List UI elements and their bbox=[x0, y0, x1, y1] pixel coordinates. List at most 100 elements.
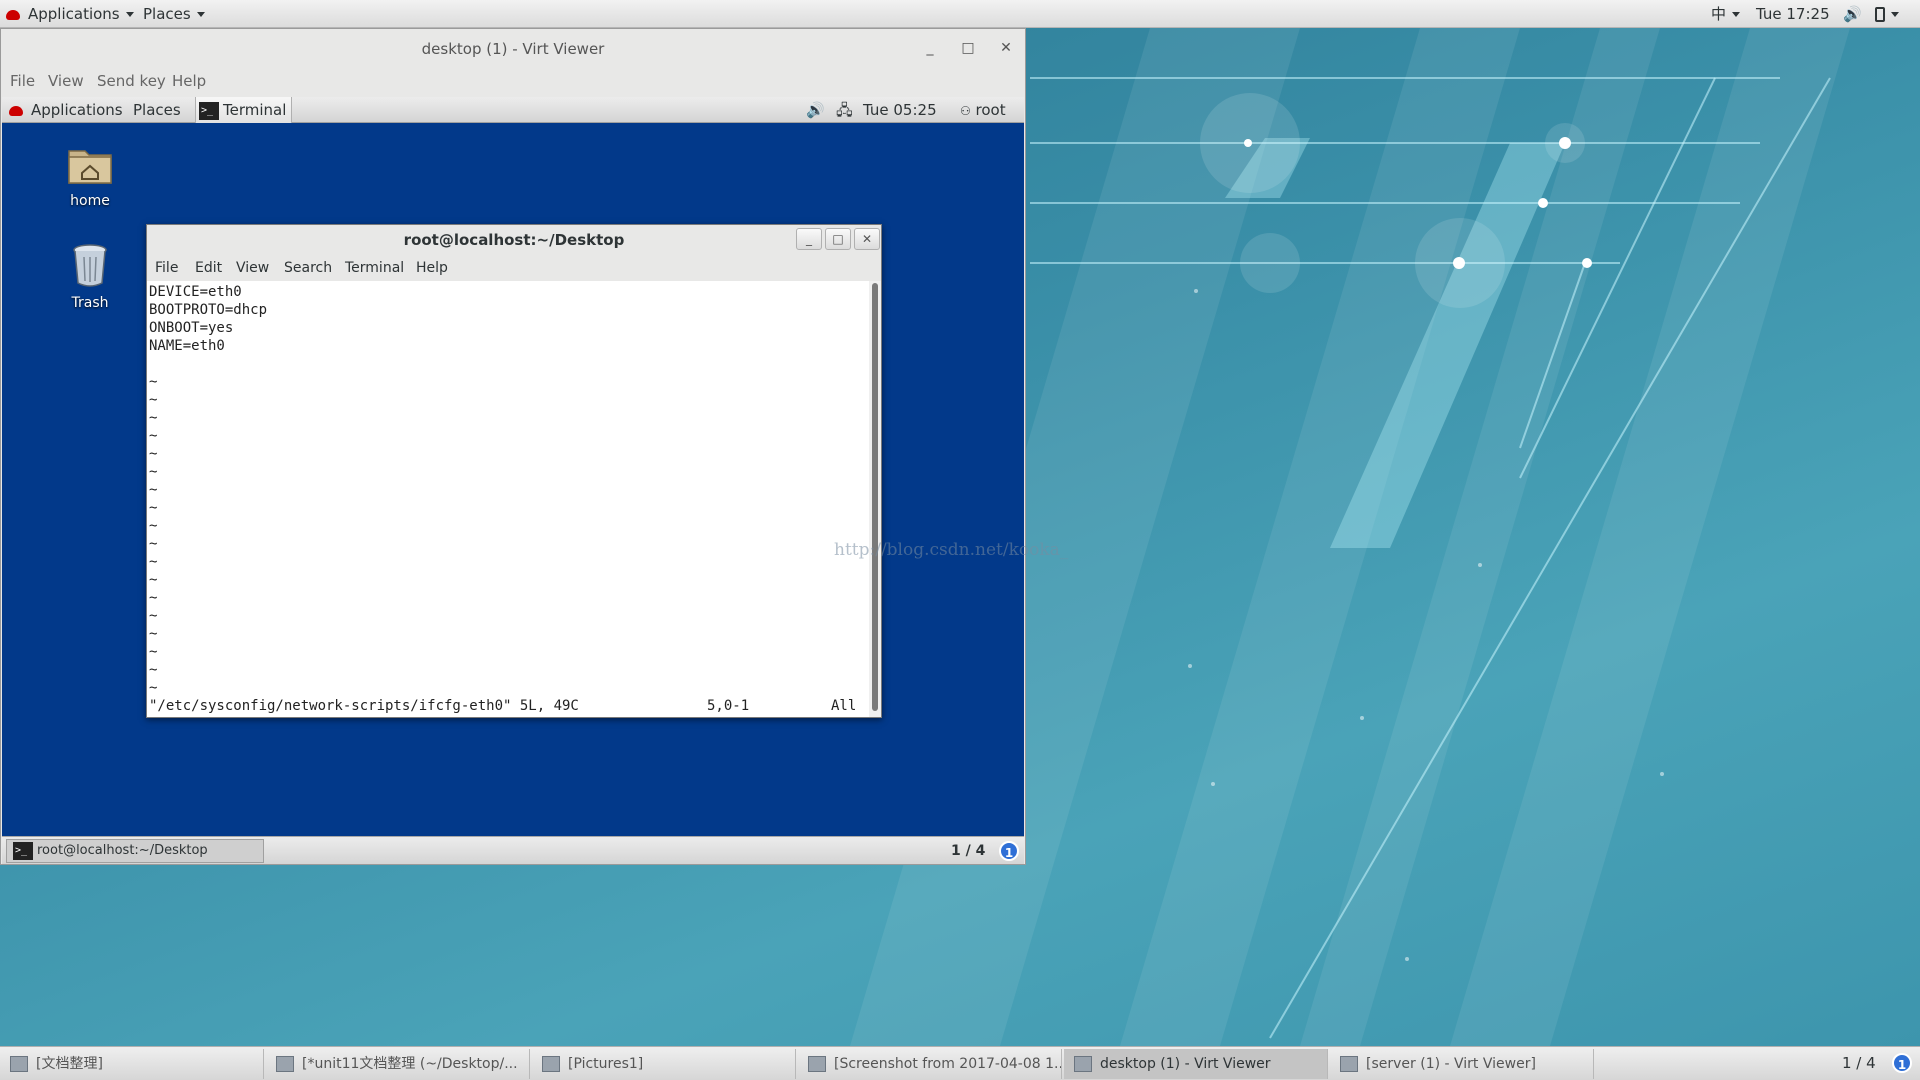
vv-menu-file[interactable]: File bbox=[10, 69, 35, 93]
vim-tilde-line: ~ bbox=[149, 572, 158, 588]
window-icon bbox=[808, 1056, 826, 1072]
terminal-maximize-button[interactable]: □ bbox=[825, 228, 851, 250]
guest-network-icon[interactable]: 🖧 bbox=[836, 97, 853, 123]
guest-top-panel: Applications Places >_ Terminal 🔊 🖧 Tue 0… bbox=[2, 97, 1024, 123]
maximize-button[interactable]: □ bbox=[957, 37, 979, 59]
guest-terminal-launcher[interactable]: >_ Terminal bbox=[195, 97, 292, 123]
terminal-close-button[interactable]: ✕ bbox=[854, 228, 880, 250]
guest-task-terminal[interactable]: >_ root@localhost:~/Desktop bbox=[6, 839, 264, 863]
input-method-label: 中 bbox=[1711, 5, 1727, 23]
host-task-label: [文档整理] bbox=[36, 1056, 103, 1072]
vim-tilde-line: ~ bbox=[149, 608, 158, 624]
guest-bottom-panel: >_ root@localhost:~/Desktop 1 / 4 1 bbox=[2, 836, 1024, 864]
host-task-label: desktop (1) - Virt Viewer bbox=[1100, 1056, 1271, 1072]
host-workspace-indicator[interactable]: 1 / 4 bbox=[1842, 1047, 1876, 1079]
terminal-line: DEVICE=eth0 bbox=[149, 284, 242, 300]
vim-tilde-line: ~ bbox=[149, 554, 158, 570]
vim-tilde-line: ~ bbox=[149, 662, 158, 678]
vim-tilde-line: ~ bbox=[149, 446, 158, 462]
input-method-indicator[interactable]: 中 bbox=[1711, 0, 1741, 28]
host-task-label: [Screenshot from 2017-04-08 1... bbox=[834, 1056, 1062, 1072]
guest-places-menu[interactable]: Places bbox=[133, 97, 181, 123]
terminal-minimize-button[interactable]: _ bbox=[796, 228, 822, 250]
vim-tilde-line: ~ bbox=[149, 680, 158, 696]
window-icon bbox=[1074, 1056, 1092, 1072]
scrollbar-thumb[interactable] bbox=[872, 283, 878, 711]
host-applications-menu[interactable]: Applications bbox=[6, 0, 134, 28]
host-task-label: [server (1) - Virt Viewer] bbox=[1366, 1056, 1536, 1072]
guest-applications-menu[interactable]: Applications bbox=[9, 97, 123, 123]
vim-status-position: 5,0-1 bbox=[707, 698, 750, 714]
guest-workspace-indicator[interactable]: 1 / 4 bbox=[951, 837, 985, 864]
vim-tilde-line: ~ bbox=[149, 626, 158, 642]
desktop-icon-home[interactable]: home bbox=[50, 143, 130, 209]
terminal-text-area[interactable]: DEVICE=eth0 BOOTPROTO=dhcp ONBOOT=yes NAME=… bbox=[147, 281, 869, 717]
chevron-down-icon bbox=[125, 12, 134, 17]
terminal-menu-view[interactable]: View bbox=[236, 255, 269, 281]
guest-volume-icon[interactable]: 🔊 bbox=[806, 97, 825, 123]
guest-user-menu[interactable]: ⚇ root bbox=[960, 97, 1006, 124]
desktop-icon-trash[interactable]: Trash bbox=[50, 243, 130, 311]
terminal-title[interactable]: root@localhost:~/Desktop bbox=[147, 225, 881, 255]
chevron-down-icon bbox=[1732, 12, 1741, 17]
host-task-item[interactable]: [文档整理] bbox=[0, 1049, 264, 1079]
desktop-icon-label: home bbox=[70, 193, 110, 209]
virt-viewer-titlebar[interactable]: desktop (1) - Virt Viewer _ □ ✕ bbox=[1, 29, 1025, 69]
terminal-menu-edit[interactable]: Edit bbox=[195, 255, 222, 281]
host-task-item[interactable]: [Screenshot from 2017-04-08 1... bbox=[798, 1049, 1062, 1079]
vim-tilde-line: ~ bbox=[149, 644, 158, 660]
host-bottom-panel: [文档整理] [*unit11文档整理 (~/Desktop/... [Pictur… bbox=[0, 1046, 1920, 1080]
host-places-menu[interactable]: Places bbox=[143, 0, 205, 28]
terminal-menu-file[interactable]: File bbox=[155, 255, 178, 281]
window-icon bbox=[542, 1056, 560, 1072]
host-task-label: [*unit11文档整理 (~/Desktop/... bbox=[302, 1056, 518, 1072]
window-icon bbox=[1340, 1056, 1358, 1072]
terminal-menu-terminal[interactable]: Terminal bbox=[345, 255, 404, 281]
desktop-icon-label: Trash bbox=[71, 295, 109, 311]
terminal-window: root@localhost:~/Desktop _ □ ✕ File Edit… bbox=[146, 224, 882, 718]
host-applications-label: Applications bbox=[28, 5, 120, 23]
vim-tilde-line: ~ bbox=[149, 590, 158, 606]
window-icon bbox=[276, 1056, 294, 1072]
terminal-menubar: File Edit View Search Terminal Help bbox=[147, 255, 881, 281]
host-task-item[interactable]: desktop (1) - Virt Viewer bbox=[1064, 1049, 1328, 1079]
vv-menu-help[interactable]: Help bbox=[172, 69, 206, 93]
host-task-item[interactable]: [Pictures1] bbox=[532, 1049, 796, 1079]
vim-tilde-line: ~ bbox=[149, 374, 158, 390]
guest-notification-badge[interactable]: 1 bbox=[999, 841, 1019, 861]
host-task-item[interactable]: [server (1) - Virt Viewer] bbox=[1330, 1049, 1594, 1079]
vv-menu-send-key[interactable]: Send key bbox=[97, 69, 166, 93]
terminal-scrollbar[interactable] bbox=[869, 281, 881, 717]
host-task-item[interactable]: [*unit11文档整理 (~/Desktop/... bbox=[266, 1049, 530, 1079]
terminal-menu-help[interactable]: Help bbox=[416, 255, 448, 281]
terminal-line: NAME=eth0 bbox=[149, 338, 225, 354]
watermark: http://blog.csdn.net/kooka_ bbox=[834, 540, 1069, 560]
vv-menu-view[interactable]: View bbox=[48, 69, 84, 93]
close-button[interactable]: ✕ bbox=[995, 37, 1017, 59]
terminal-menu-search[interactable]: Search bbox=[284, 255, 332, 281]
terminal-line: BOOTPROTO=dhcp bbox=[149, 302, 268, 318]
vim-tilde-line: ~ bbox=[149, 500, 158, 516]
vim-tilde-line: ~ bbox=[149, 482, 158, 498]
battery-icon[interactable] bbox=[1875, 0, 1899, 28]
chevron-down-icon bbox=[1891, 12, 1899, 17]
redhat-logo-icon bbox=[6, 9, 20, 20]
host-notification-badge[interactable]: 1 bbox=[1892, 1053, 1912, 1073]
home-folder-icon bbox=[68, 150, 112, 184]
minimize-button[interactable]: _ bbox=[919, 37, 941, 59]
host-places-label: Places bbox=[143, 5, 191, 23]
guest-task-label: root@localhost:~/Desktop bbox=[37, 843, 208, 858]
guest-display[interactable]: Applications Places >_ Terminal 🔊 🖧 Tue 0… bbox=[2, 97, 1024, 864]
guest-clock[interactable]: Tue 05:25 bbox=[863, 97, 937, 123]
host-clock[interactable]: Tue 17:25 bbox=[1756, 0, 1830, 28]
guest-user-label: root bbox=[975, 101, 1006, 119]
redhat-logo-icon bbox=[9, 105, 23, 116]
volume-icon[interactable]: 🔊 bbox=[1843, 0, 1862, 28]
host-top-panel: Applications Places 中 Tue 17:25 🔊 bbox=[0, 0, 1920, 28]
window-icon bbox=[10, 1056, 28, 1072]
trash-icon bbox=[73, 244, 107, 287]
vim-tilde-line: ~ bbox=[149, 536, 158, 552]
guest-terminal-label: Terminal bbox=[223, 101, 287, 119]
host-task-label: [Pictures1] bbox=[568, 1056, 644, 1072]
vim-tilde-line: ~ bbox=[149, 410, 158, 426]
